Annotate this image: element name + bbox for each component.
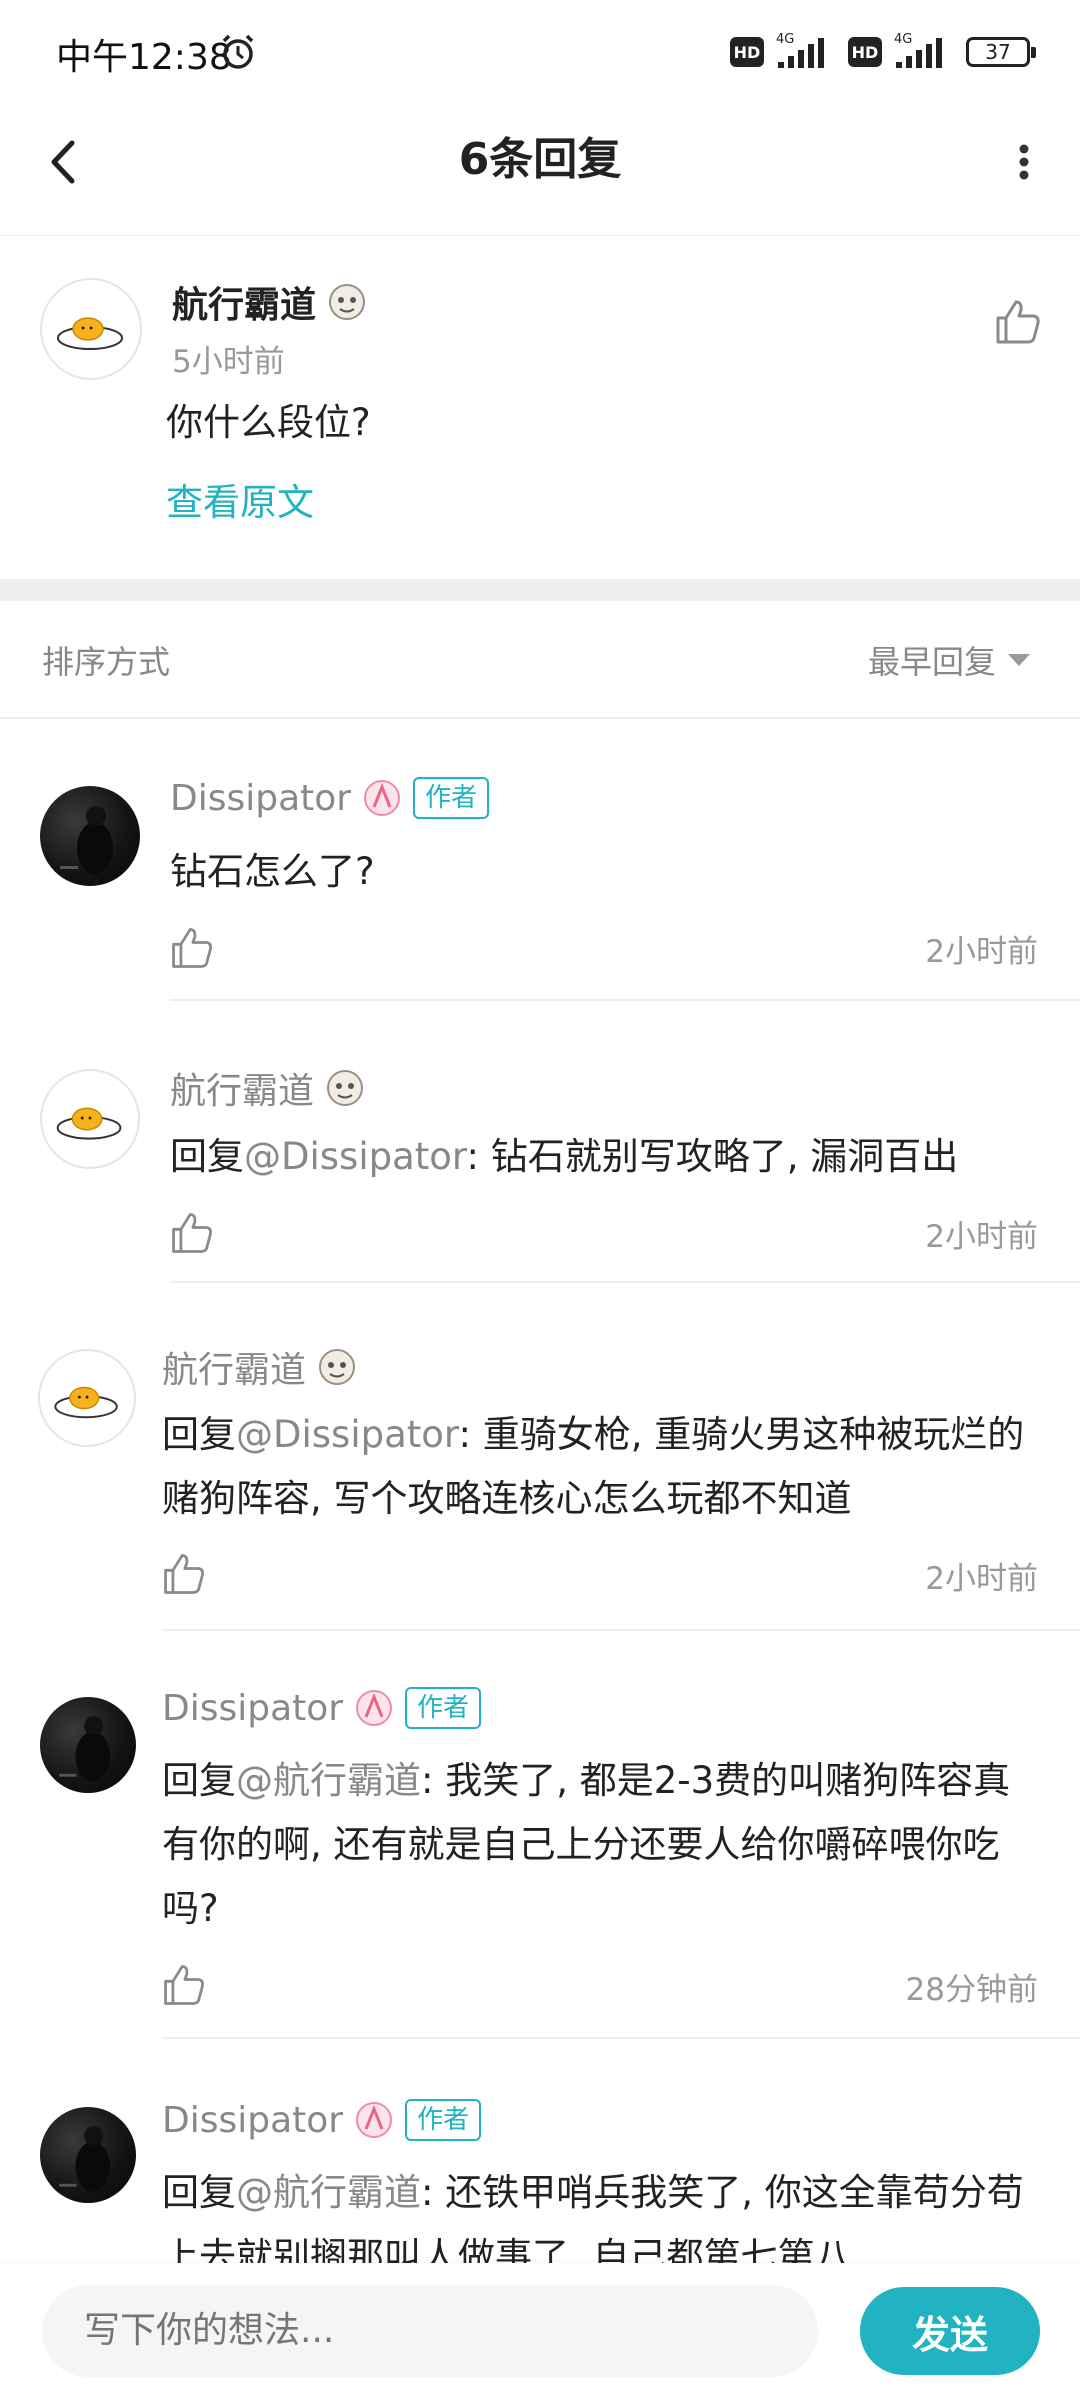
reply-body: : 钻石就别写攻略了, 漏洞百出 xyxy=(466,1135,959,1178)
sort-label: 排序方式 xyxy=(42,643,171,681)
reply-username[interactable]: 航行霸道 xyxy=(162,1341,306,1393)
hd-badge: HD xyxy=(730,37,764,67)
reply-divider xyxy=(170,1281,1080,1283)
hd-badge-2: HD xyxy=(848,37,882,67)
reply-mention[interactable]: @航行霸道 xyxy=(236,2171,421,2214)
reply-divider xyxy=(170,999,1080,1001)
avatar[interactable] xyxy=(40,278,142,380)
medal-icon xyxy=(356,2102,393,2138)
signal-icon: 4G xyxy=(774,32,838,72)
thumbs-up-icon[interactable] xyxy=(160,1961,208,2009)
medal-icon xyxy=(364,780,401,816)
battery-icon: 37 xyxy=(966,37,1036,67)
avatar[interactable] xyxy=(38,1349,136,1447)
medal-icon xyxy=(319,1349,356,1385)
reply-username-row: Dissipator 作者 xyxy=(170,777,490,819)
reply-mention[interactable]: @Dissipator xyxy=(244,1135,466,1178)
sort-value: 最早回复 xyxy=(867,643,996,681)
author-badge: 作者 xyxy=(413,777,490,819)
sort-bar: 排序方式 最早回复 xyxy=(0,601,1080,719)
author-badge: 作者 xyxy=(405,2099,482,2141)
page-title: 6条回复 xyxy=(458,134,622,185)
root-username[interactable]: 航行霸道 xyxy=(172,276,316,328)
root-username-row: 航行霸道 xyxy=(172,276,368,328)
egg-avatar xyxy=(56,1107,122,1140)
root-comment-text: 你什么段位? xyxy=(166,401,371,444)
thumbs-up-icon[interactable] xyxy=(160,1550,208,1598)
network-type-1: 4G xyxy=(776,32,795,47)
reply-text: 回复@Dissipator: 重骑女枪, 重骑火男这种被玩烂的赌狗阵容, 写个攻… xyxy=(162,1403,1042,1531)
author-badge: 作者 xyxy=(405,1687,482,1729)
root-comment: 航行霸道 5小时前 你什么段位? 查看原文 xyxy=(0,236,1080,579)
reply-prefix: 回复 xyxy=(162,2171,236,2214)
root-timestamp: 5小时前 xyxy=(172,344,285,380)
sort-dropdown[interactable]: 最早回复 xyxy=(868,637,1030,683)
alarm-icon xyxy=(222,34,254,69)
reply-username[interactable]: Dissipator xyxy=(162,2100,343,2141)
egg-avatar xyxy=(57,317,123,350)
more-vertical-icon[interactable] xyxy=(994,127,1054,197)
status-right-cluster: HD 4G HD 4G 37 xyxy=(730,30,1036,74)
comment-input[interactable] xyxy=(42,2285,818,2377)
medal-icon xyxy=(327,1070,364,1106)
medal-icon xyxy=(329,284,366,320)
battery-level: 37 xyxy=(985,40,1011,64)
list-item: 航行霸道 回复@Dissipator: 钻石就别写攻略了, 漏洞百出 2小时前 xyxy=(0,1037,1080,1327)
thumbs-up-icon[interactable] xyxy=(168,924,216,972)
reply-text: 回复@航行霸道: 我笑了, 都是2-3费的叫赌狗阵容真有你的啊, 还有就是自己上… xyxy=(162,1749,1042,1941)
list-item: Dissipator 作者 钻石怎么了? 2小时前 xyxy=(0,717,1080,1037)
reply-username-row: Dissipator 作者 xyxy=(162,1687,482,1729)
reply-username-row: 航行霸道 xyxy=(170,1062,366,1114)
comment-input-bar: 发送 xyxy=(0,2263,1080,2400)
reply-mention[interactable]: @航行霸道 xyxy=(236,1759,421,1802)
nav-bar: 6条回复 xyxy=(0,105,1080,236)
reply-divider xyxy=(162,2037,1080,2039)
view-original-link[interactable]: 查看原文 xyxy=(166,472,314,526)
signal-icon-2: 4G xyxy=(892,32,956,72)
thumbs-up-icon[interactable] xyxy=(168,1209,216,1257)
status-bar: 中午12:38 HD 4G HD 4G 37 xyxy=(0,0,1080,105)
list-item: Dissipator 作者 回复@航行霸道: 我笑了, 都是2-3费的叫赌狗阵容… xyxy=(0,1631,1080,2041)
dark-avatar[interactable] xyxy=(40,1697,136,1793)
dropdown-triangle-icon xyxy=(1008,654,1030,666)
reply-text: 钻石怎么了? xyxy=(170,840,1040,904)
list-item: 航行霸道 回复@Dissipator: 重骑女枪, 重骑火男这种被玩烂的赌狗阵容… xyxy=(0,1297,1080,1633)
reply-username[interactable]: Dissipator xyxy=(170,778,351,819)
status-time: 中午12:38 xyxy=(56,37,232,78)
reply-mention[interactable]: @Dissipator xyxy=(236,1413,458,1456)
network-type-2: 4G xyxy=(894,32,913,47)
reply-username[interactable]: 航行霸道 xyxy=(170,1062,314,1114)
reply-username-row: 航行霸道 xyxy=(162,1341,358,1393)
dark-avatar[interactable] xyxy=(40,786,140,886)
reply-prefix: 回复 xyxy=(162,1759,236,1802)
reply-timestamp: 2小时前 xyxy=(925,1561,1038,1597)
reply-prefix: 回复 xyxy=(162,1413,236,1456)
reply-text: 回复@Dissipator: 钻石就别写攻略了, 漏洞百出 xyxy=(170,1125,1040,1189)
reply-body: 钻石怎么了? xyxy=(170,850,375,893)
medal-icon xyxy=(356,1690,393,1726)
send-button[interactable]: 发送 xyxy=(860,2287,1040,2375)
reply-prefix: 回复 xyxy=(170,1135,244,1178)
reply-username[interactable]: Dissipator xyxy=(162,1688,343,1729)
reply-username-row: Dissipator 作者 xyxy=(162,2099,482,2141)
reply-timestamp: 2小时前 xyxy=(925,1219,1038,1255)
reply-timestamp: 28分钟前 xyxy=(905,1972,1038,2008)
section-divider xyxy=(0,579,1080,601)
list-item: Dissipator 作者 回复@航行霸道: 还铁甲哨兵我笑了, 你这全靠苟分苟… xyxy=(0,2041,1080,2263)
reply-timestamp: 2小时前 xyxy=(925,934,1038,970)
thumbs-up-icon[interactable] xyxy=(992,296,1044,348)
egg-avatar xyxy=(54,1386,118,1419)
avatar[interactable] xyxy=(40,1069,140,1169)
dark-avatar[interactable] xyxy=(40,2107,136,2203)
reply-text: 回复@航行霸道: 还铁甲哨兵我笑了, 你这全靠苟分苟上去就别搁那叫人做事了, 自… xyxy=(162,2161,1042,2263)
